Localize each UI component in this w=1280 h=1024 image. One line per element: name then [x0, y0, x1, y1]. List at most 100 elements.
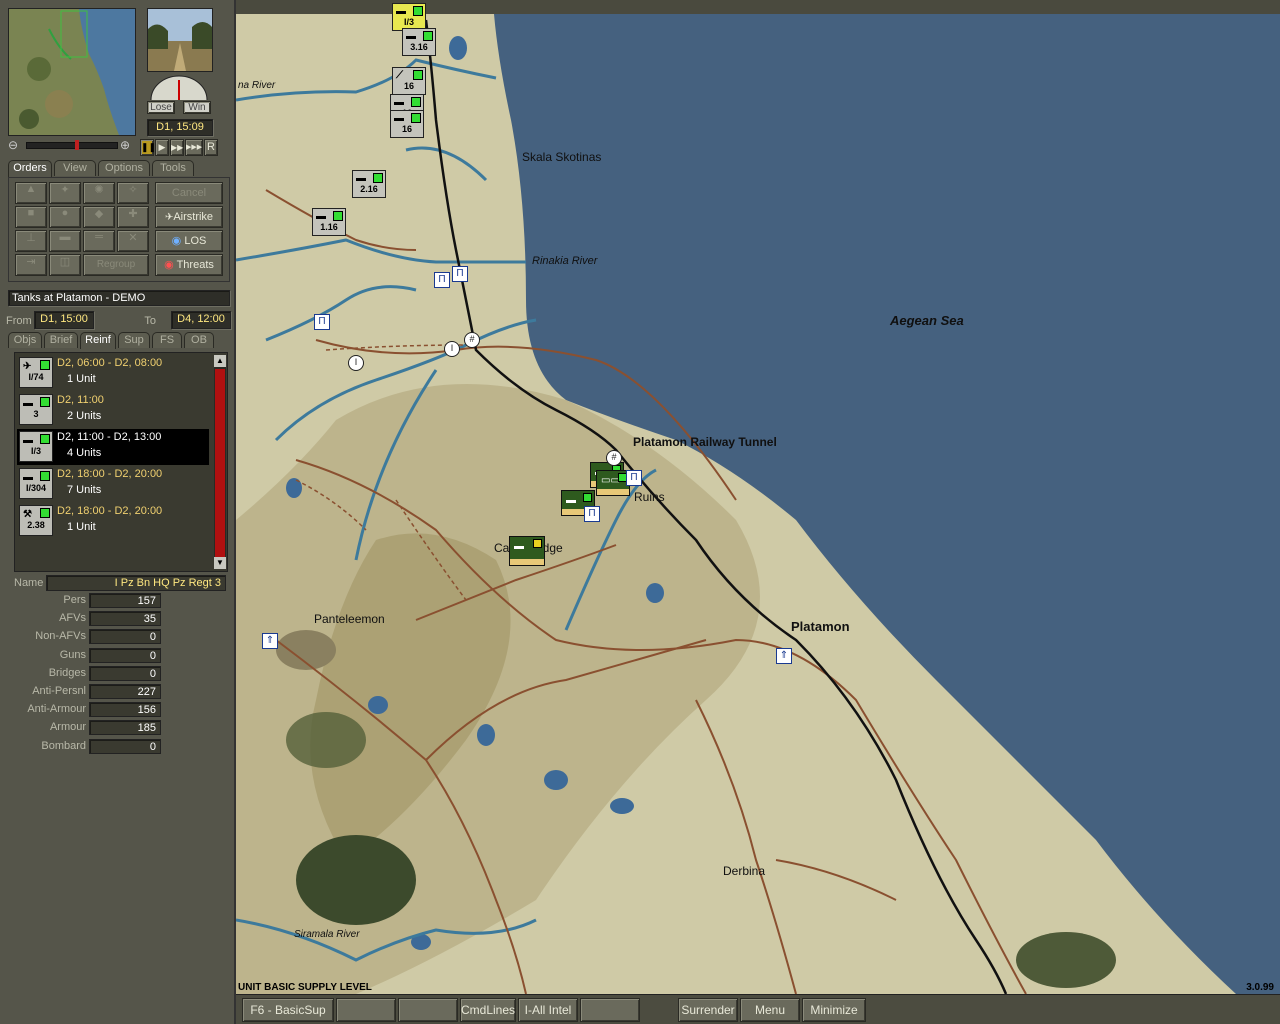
order-bridge-button[interactable]: ▬: [49, 230, 81, 252]
reinf-time: D2, 11:00: [57, 394, 104, 406]
bridge-icon: Π: [452, 266, 468, 282]
unit-counter: ✈ I/74: [19, 357, 53, 388]
list-item[interactable]: ▬ 3 D2, 11:00 2 Units: [17, 392, 209, 428]
tab-reinf[interactable]: Reinf: [80, 332, 116, 349]
stat-value: 0: [89, 629, 161, 645]
truck-icon: ▬: [23, 472, 33, 483]
name-label: Name: [14, 577, 44, 589]
scroll-up-icon[interactable]: ▲: [214, 355, 226, 367]
unit-counter: ▬ I/3: [19, 431, 53, 462]
blank-button-3[interactable]: [580, 998, 640, 1022]
map-unit-counter[interactable]: ⟋ 16: [392, 67, 426, 95]
tab-objs[interactable]: Objs: [8, 332, 42, 348]
stat-value: 0: [89, 647, 161, 663]
map-view[interactable]: na River Skala Skotinas Rinakia River Ae…: [236, 0, 1280, 994]
objective-icon: ⇑: [262, 633, 278, 649]
tunnel-icon: I: [348, 355, 364, 371]
scroll-down-icon[interactable]: ▼: [214, 557, 226, 569]
order-fire-button[interactable]: ✧: [117, 182, 149, 204]
order-bombard-button[interactable]: ✺: [83, 182, 115, 204]
map-label-ruins: Ruins: [634, 490, 665, 504]
tab-ob[interactable]: OB: [184, 332, 214, 348]
stat-label: Bridges: [48, 666, 86, 679]
zoom-in-icon[interactable]: ⊕: [120, 138, 134, 152]
order-deploy-button[interactable]: ◫: [49, 254, 81, 276]
reinf-units: 1 Unit: [67, 521, 96, 533]
map-unit-counter[interactable]: ▬ 1.16: [312, 208, 346, 236]
faster-button[interactable]: ▶▶▶: [185, 139, 203, 156]
list-item[interactable]: ✈ I/74 D2, 06:00 - D2, 08:00 1 Unit: [17, 355, 209, 391]
counter-label: I/304: [25, 483, 47, 493]
blank-button-2[interactable]: [398, 998, 458, 1022]
stat-label: AFVs: [59, 612, 86, 625]
order-defend-button[interactable]: ■: [15, 206, 47, 228]
map-unit-counter[interactable]: ▬ 2.16: [352, 170, 386, 198]
tab-view[interactable]: View: [54, 160, 96, 176]
reinf-units: 1 Unit: [67, 373, 96, 385]
tab-sup[interactable]: Sup: [118, 332, 150, 348]
reinf-time: D2, 18:00 - D2, 20:00: [57, 505, 163, 517]
reinforcement-list[interactable]: ✈ I/74 D2, 06:00 - D2, 08:00 1 Unit ▬ 3 D2…: [14, 352, 228, 572]
map-unit-counter[interactable]: ▬16: [390, 110, 424, 138]
blank-button-1[interactable]: [336, 998, 396, 1022]
status-text: UNIT BASIC SUPPLY LEVEL: [238, 982, 372, 993]
minimize-button[interactable]: Minimize: [802, 998, 866, 1022]
order-engineer-button[interactable]: ⊥: [15, 230, 47, 252]
list-scrollbar[interactable]: ▲ ▼: [214, 355, 226, 569]
status-pip: [583, 493, 592, 502]
map-unit-counter[interactable]: ▬ I/3: [392, 3, 426, 31]
tab-tools[interactable]: Tools: [152, 160, 194, 176]
airstrike-button[interactable]: ✈Airstrike: [155, 206, 223, 228]
plane-icon: ✈: [23, 361, 32, 372]
stat-label: Anti-Persnl: [32, 685, 86, 697]
bottom-bar: F6 - BasicSup CmdLines I-All Intel Surre…: [236, 994, 1280, 1024]
reinf-time: D2, 06:00 - D2, 08:00: [57, 357, 163, 369]
threats-button[interactable]: ◉ Threats: [155, 254, 223, 276]
counter-label: I/74: [28, 372, 44, 382]
intel-button[interactable]: I-All Intel: [518, 998, 578, 1022]
stat-label: Armour: [49, 721, 86, 734]
order-attack-button[interactable]: ✦: [49, 182, 81, 204]
tab-orders[interactable]: Orders: [8, 160, 52, 177]
list-item-selected[interactable]: ▬ I/3 D2, 11:00 - D2, 13:00 4 Units: [17, 429, 209, 465]
los-button[interactable]: ◉ LOS: [155, 230, 223, 252]
replay-button[interactable]: R: [204, 139, 218, 156]
tab-fs[interactable]: FS: [152, 332, 182, 348]
tab-brief[interactable]: Brief: [44, 332, 78, 348]
friendly-unit-counter[interactable]: ▭▭: [596, 470, 630, 496]
play-button[interactable]: ▶: [155, 139, 169, 156]
list-item[interactable]: ▬ I/304 D2, 18:00 - D2, 20:00 7 Units: [17, 466, 209, 502]
order-move-button[interactable]: ▲: [15, 182, 47, 204]
order-rest-button[interactable]: ◆: [83, 206, 115, 228]
friendly-unit-counter[interactable]: ▬: [509, 536, 545, 566]
regroup-button[interactable]: Regroup: [83, 254, 149, 276]
order-mine-button[interactable]: ✕: [117, 230, 149, 252]
status-pip: [411, 97, 421, 107]
order-exit-button[interactable]: ⇥: [15, 254, 47, 276]
fast-button[interactable]: ▶▶: [170, 139, 184, 156]
time-slider-handle[interactable]: [75, 140, 79, 150]
control-panel: Lose Win D1, 15:09 ⊖ ⊕ ❚❚ ▶ ▶▶ ▶▶▶ R Ord…: [0, 0, 236, 1024]
cancel-button[interactable]: Cancel: [155, 182, 223, 204]
minimap[interactable]: [8, 8, 136, 136]
map-label-skala: Skala Skotinas: [522, 150, 602, 164]
order-road-button[interactable]: ═: [83, 230, 115, 252]
status-pip: [40, 434, 50, 444]
scenario-title: Tanks at Platamon - DEMO: [8, 290, 230, 306]
zoom-out-icon[interactable]: ⊖: [8, 138, 22, 152]
unit-counter: ▬ 3: [19, 394, 53, 425]
order-dig-button[interactable]: ✚: [117, 206, 149, 228]
time-slider[interactable]: [26, 140, 118, 150]
scroll-thumb[interactable]: [215, 369, 225, 557]
list-item[interactable]: ⚒ 2.38 D2, 18:00 - D2, 20:00 1 Unit: [17, 503, 209, 539]
bridge-icon: Π: [626, 470, 642, 486]
reinf-units: 4 Units: [67, 447, 102, 459]
basic-supply-button[interactable]: F6 - BasicSup: [242, 998, 334, 1022]
menu-button[interactable]: Menu: [740, 998, 800, 1022]
order-hold-button[interactable]: ●: [49, 206, 81, 228]
tab-options[interactable]: Options: [98, 160, 150, 176]
map-unit-counter[interactable]: ▬ 3.16: [402, 28, 436, 56]
surrender-button[interactable]: Surrender: [678, 998, 738, 1022]
pause-button[interactable]: ❚❚: [140, 139, 156, 156]
cmdlines-button[interactable]: CmdLines: [460, 998, 516, 1022]
